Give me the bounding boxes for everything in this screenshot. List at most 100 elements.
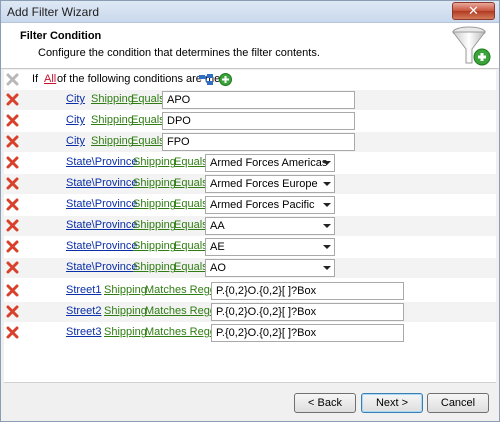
chevron-down-icon <box>323 245 331 249</box>
condition-operator-link[interactable]: Equals <box>174 219 208 231</box>
condition-value-text: Armed Forces Pacific <box>210 199 315 211</box>
window-title: Add Filter Wizard <box>7 5 100 19</box>
page-title: Filter Condition <box>20 30 102 42</box>
chevron-down-icon <box>323 224 331 228</box>
condition-row: State\Province Shipping Equals Armed For… <box>4 153 496 173</box>
delete-condition-icon[interactable] <box>6 219 19 232</box>
condition-row: State\Province Shipping Equals AA <box>4 216 496 236</box>
condition-source-link[interactable]: Shipping <box>91 114 134 126</box>
condition-operator-link[interactable]: Matches Regex <box>145 305 221 317</box>
delete-condition-icon[interactable] <box>6 240 19 253</box>
condition-operator-link[interactable]: Equals <box>174 261 208 273</box>
condition-field-link[interactable]: Street3 <box>66 326 101 338</box>
delete-condition-icon[interactable] <box>6 198 19 211</box>
condition-value-input[interactable]: DPO <box>162 112 355 130</box>
condition-value-text: AA <box>210 220 225 232</box>
next-button[interactable]: Next > <box>361 393 423 413</box>
delete-condition-icon[interactable] <box>6 93 19 106</box>
condition-field-link[interactable]: State\Province <box>66 156 138 168</box>
condition-value-text: Armed Forces Europe <box>210 178 318 190</box>
group-tree-icon[interactable] <box>199 74 213 86</box>
condition-value-text: AE <box>210 241 225 253</box>
condition-row: Street1 Shipping Matches Regex P.{0,2}O.… <box>4 281 496 301</box>
close-icon: ✕ <box>468 3 479 18</box>
delete-condition-icon[interactable] <box>6 284 19 297</box>
condition-operator-link[interactable]: Equals <box>131 114 165 126</box>
condition-value-select[interactable]: AO <box>205 259 335 277</box>
condition-source-link[interactable]: Shipping <box>104 326 147 338</box>
delete-condition-icon[interactable] <box>6 156 19 169</box>
condition-source-link[interactable]: Shipping <box>133 261 176 273</box>
condition-field-link[interactable]: Street1 <box>66 284 101 296</box>
add-condition-icon[interactable] <box>219 73 232 86</box>
condition-source-link[interactable]: Shipping <box>104 305 147 317</box>
condition-field-link[interactable]: State\Province <box>66 198 138 210</box>
condition-operator-link[interactable]: Equals <box>131 135 165 147</box>
delete-condition-icon[interactable] <box>6 177 19 190</box>
condition-operator-link[interactable]: Equals <box>174 156 208 168</box>
condition-operator-link[interactable]: Matches Regex <box>145 326 221 338</box>
delete-condition-icon[interactable] <box>6 114 19 127</box>
delete-condition-icon[interactable] <box>6 261 19 274</box>
condition-field-link[interactable]: Street2 <box>66 305 101 317</box>
condition-field-link[interactable]: State\Province <box>66 261 138 273</box>
condition-field-link[interactable]: State\Province <box>66 177 138 189</box>
condition-value-select[interactable]: AE <box>205 238 335 256</box>
condition-source-link[interactable]: Shipping <box>133 156 176 168</box>
delete-condition-icon[interactable] <box>6 326 19 339</box>
condition-source-link[interactable]: Shipping <box>133 198 176 210</box>
cancel-button[interactable]: Cancel <box>427 393 489 413</box>
disabled-x-icon <box>6 73 19 86</box>
chevron-down-icon <box>323 161 331 165</box>
condition-row: City Shipping Equals FPO <box>4 132 496 152</box>
condition-field-link[interactable]: City <box>66 93 85 105</box>
condition-source-link[interactable]: Shipping <box>133 177 176 189</box>
condition-source-link[interactable]: Shipping <box>91 93 134 105</box>
funnel-add-icon <box>451 26 491 66</box>
page-description: Configure the condition that determines … <box>38 47 320 59</box>
group-header-row: If All of the following conditions are m… <box>4 70 496 90</box>
chevron-down-icon <box>323 266 331 270</box>
delete-condition-icon[interactable] <box>6 305 19 318</box>
chevron-down-icon <box>323 182 331 186</box>
condition-row: City Shipping Equals APO <box>4 90 496 110</box>
condition-operator-link[interactable]: Equals <box>131 93 165 105</box>
condition-value-input[interactable]: APO <box>162 91 355 109</box>
condition-value-input[interactable]: P.{0,2}O.{0,2}[ ]?Box <box>211 324 404 342</box>
condition-value-select[interactable]: Armed Forces Europe <box>205 175 335 193</box>
condition-value-input[interactable]: P.{0,2}O.{0,2}[ ]?Box <box>211 303 404 321</box>
condition-operator-link[interactable]: Matches Regex <box>145 284 221 296</box>
condition-row: State\Province Shipping Equals AO <box>4 258 496 278</box>
condition-list: If All of the following conditions are m… <box>4 70 496 382</box>
condition-value-select[interactable]: AA <box>205 217 335 235</box>
condition-field-link[interactable]: State\Province <box>66 240 138 252</box>
condition-row: State\Province Shipping Equals Armed For… <box>4 174 496 194</box>
group-quantifier-link[interactable]: All <box>44 73 56 85</box>
condition-source-link[interactable]: Shipping <box>91 135 134 147</box>
condition-field-link[interactable]: State\Province <box>66 219 138 231</box>
close-button[interactable]: ✕ <box>452 2 495 20</box>
add-filter-wizard-window: Add Filter Wizard ✕ Filter Condition Con… <box>0 0 500 422</box>
condition-row: Street3 Shipping Matches Regex P.{0,2}O.… <box>4 323 496 343</box>
condition-value-text: Armed Forces Americas <box>210 157 328 169</box>
condition-value-select[interactable]: Armed Forces Americas <box>205 154 335 172</box>
condition-row: Street2 Shipping Matches Regex P.{0,2}O.… <box>4 302 496 322</box>
condition-value-input[interactable]: P.{0,2}O.{0,2}[ ]?Box <box>211 282 404 300</box>
condition-operator-link[interactable]: Equals <box>174 177 208 189</box>
condition-source-link[interactable]: Shipping <box>133 240 176 252</box>
condition-row: State\Province Shipping Equals Armed For… <box>4 195 496 215</box>
condition-field-link[interactable]: City <box>66 135 85 147</box>
condition-source-link[interactable]: Shipping <box>133 219 176 231</box>
condition-row: City Shipping Equals DPO <box>4 111 496 131</box>
condition-field-link[interactable]: City <box>66 114 85 126</box>
delete-condition-icon[interactable] <box>6 135 19 148</box>
condition-operator-link[interactable]: Equals <box>174 240 208 252</box>
condition-value-select[interactable]: Armed Forces Pacific <box>205 196 335 214</box>
title-bar: Add Filter Wizard ✕ <box>1 1 499 23</box>
chevron-down-icon <box>323 203 331 207</box>
condition-operator-link[interactable]: Equals <box>174 198 208 210</box>
condition-value-input[interactable]: FPO <box>162 133 355 151</box>
condition-source-link[interactable]: Shipping <box>104 284 147 296</box>
back-button[interactable]: < Back <box>294 393 356 413</box>
condition-value-text: AO <box>210 262 226 274</box>
